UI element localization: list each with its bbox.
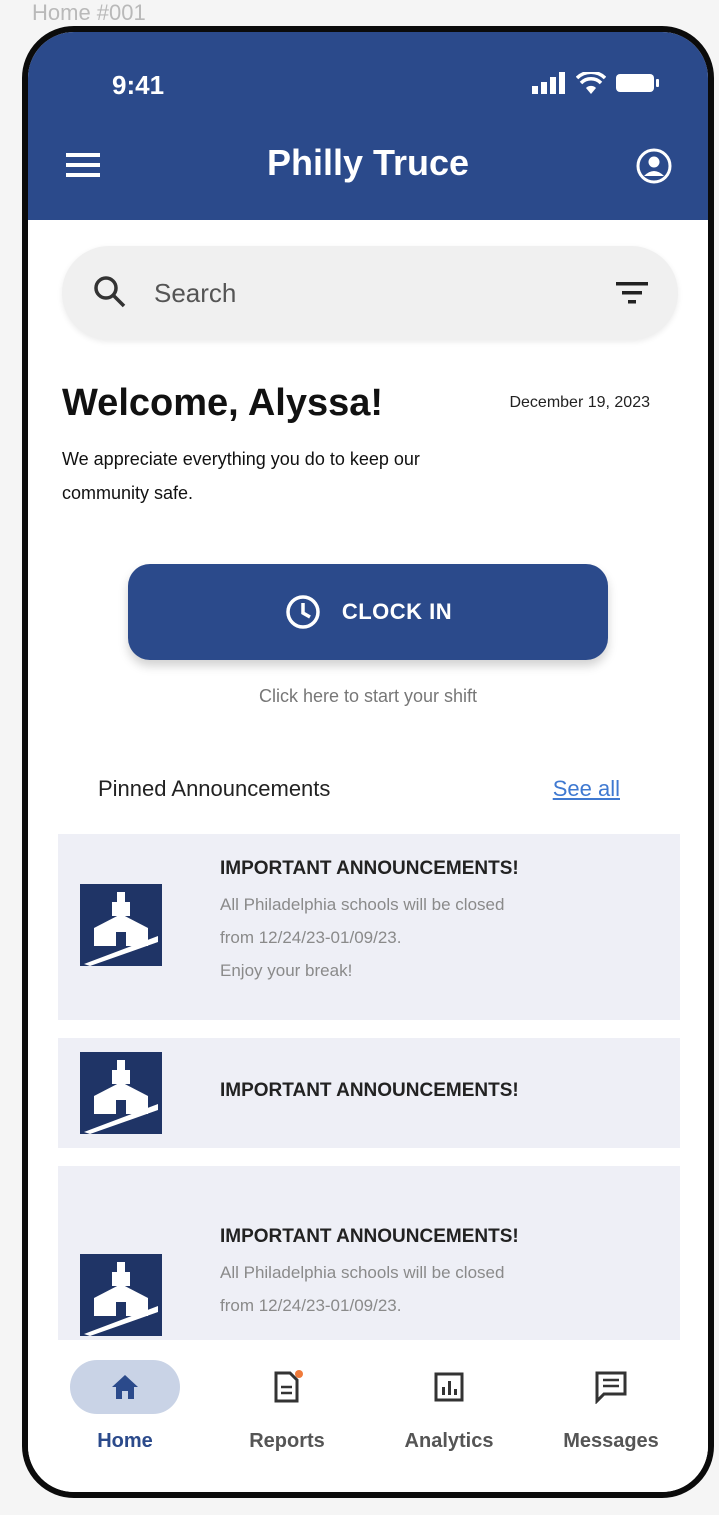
- school-building-icon: [80, 1052, 162, 1134]
- message-icon: [595, 1371, 627, 1404]
- clock-icon: [286, 595, 320, 629]
- bottom-nav: Home Reports Analytics Messages: [28, 1340, 708, 1492]
- phone-frame: 9:41 Philly Truce Search Welcome, Alyssa…: [22, 26, 714, 1498]
- nav-item-messages[interactable]: Messages: [546, 1360, 676, 1453]
- clock-in-button[interactable]: CLOCK IN: [128, 564, 608, 660]
- announcement-heading: IMPORTANT ANNOUNCEMENTS!: [220, 858, 519, 879]
- announcement-line: from 12/24/23-01/09/23.: [220, 1296, 402, 1315]
- app-title: Philly Truce: [266, 142, 470, 183]
- notification-badge: [295, 1370, 303, 1378]
- announcement-line: Enjoy your break!: [220, 961, 353, 980]
- nav-active-indicator: [70, 1360, 180, 1414]
- welcome-heading: Welcome, Alyssa!: [62, 382, 384, 424]
- home-icon: [112, 1375, 138, 1399]
- battery-icon: [616, 74, 659, 92]
- welcome-message: We appreciate everything you do to keep …: [62, 449, 420, 503]
- announcement-card[interactable]: IMPORTANT ANNOUNCEMENTS! All Philadelphi…: [58, 834, 680, 1020]
- current-date: December 19, 2023: [509, 394, 650, 411]
- nav-label-reports: Reports: [249, 1430, 325, 1452]
- nav-label-home: Home: [97, 1430, 153, 1452]
- wifi-icon: [576, 72, 606, 94]
- announcement-heading: IMPORTANT ANNOUNCEMENTS!: [220, 1080, 519, 1101]
- status-icons: [532, 72, 660, 94]
- report-icon: [274, 1370, 303, 1403]
- announcement-heading: IMPORTANT ANNOUNCEMENTS!: [220, 1226, 519, 1247]
- app-bar: 9:41 Philly Truce: [28, 32, 708, 220]
- search-bar: [62, 246, 678, 340]
- nav-label-messages: Messages: [563, 1430, 659, 1452]
- signal-icon: [532, 72, 565, 94]
- announcement-line: from 12/24/23-01/09/23.: [220, 928, 402, 947]
- see-all-link[interactable]: See all: [553, 776, 620, 802]
- nav-label-analytics: Analytics: [404, 1430, 494, 1452]
- announcement-card[interactable]: IMPORTANT ANNOUNCEMENTS!: [58, 1038, 680, 1148]
- nav-item-reports[interactable]: Reports: [222, 1360, 352, 1453]
- announcement-line: All Philadelphia schools will be closed: [220, 895, 505, 914]
- school-building-icon: [80, 884, 162, 966]
- clock-in-hint: Click here to start your shift: [258, 686, 478, 706]
- section-title: Pinned Announcements: [98, 776, 331, 801]
- filter-icon[interactable]: [616, 280, 648, 306]
- analytics-icon: [434, 1372, 464, 1402]
- school-building-icon: [80, 1254, 162, 1336]
- announcement-card[interactable]: IMPORTANT ANNOUNCEMENTS! All Philadelphi…: [58, 1166, 680, 1340]
- status-time: 9:41: [112, 70, 165, 100]
- account-icon[interactable]: [636, 148, 672, 184]
- search-input[interactable]: [154, 274, 574, 312]
- nav-item-analytics[interactable]: Analytics: [384, 1360, 514, 1453]
- clock-in-label: CLOCK IN: [341, 599, 453, 624]
- search-icon: [94, 276, 126, 308]
- frame-label: Home #001: [32, 0, 146, 25]
- announcement-line: All Philadelphia schools will be closed: [220, 1263, 505, 1282]
- nav-item-home[interactable]: Home: [60, 1360, 190, 1453]
